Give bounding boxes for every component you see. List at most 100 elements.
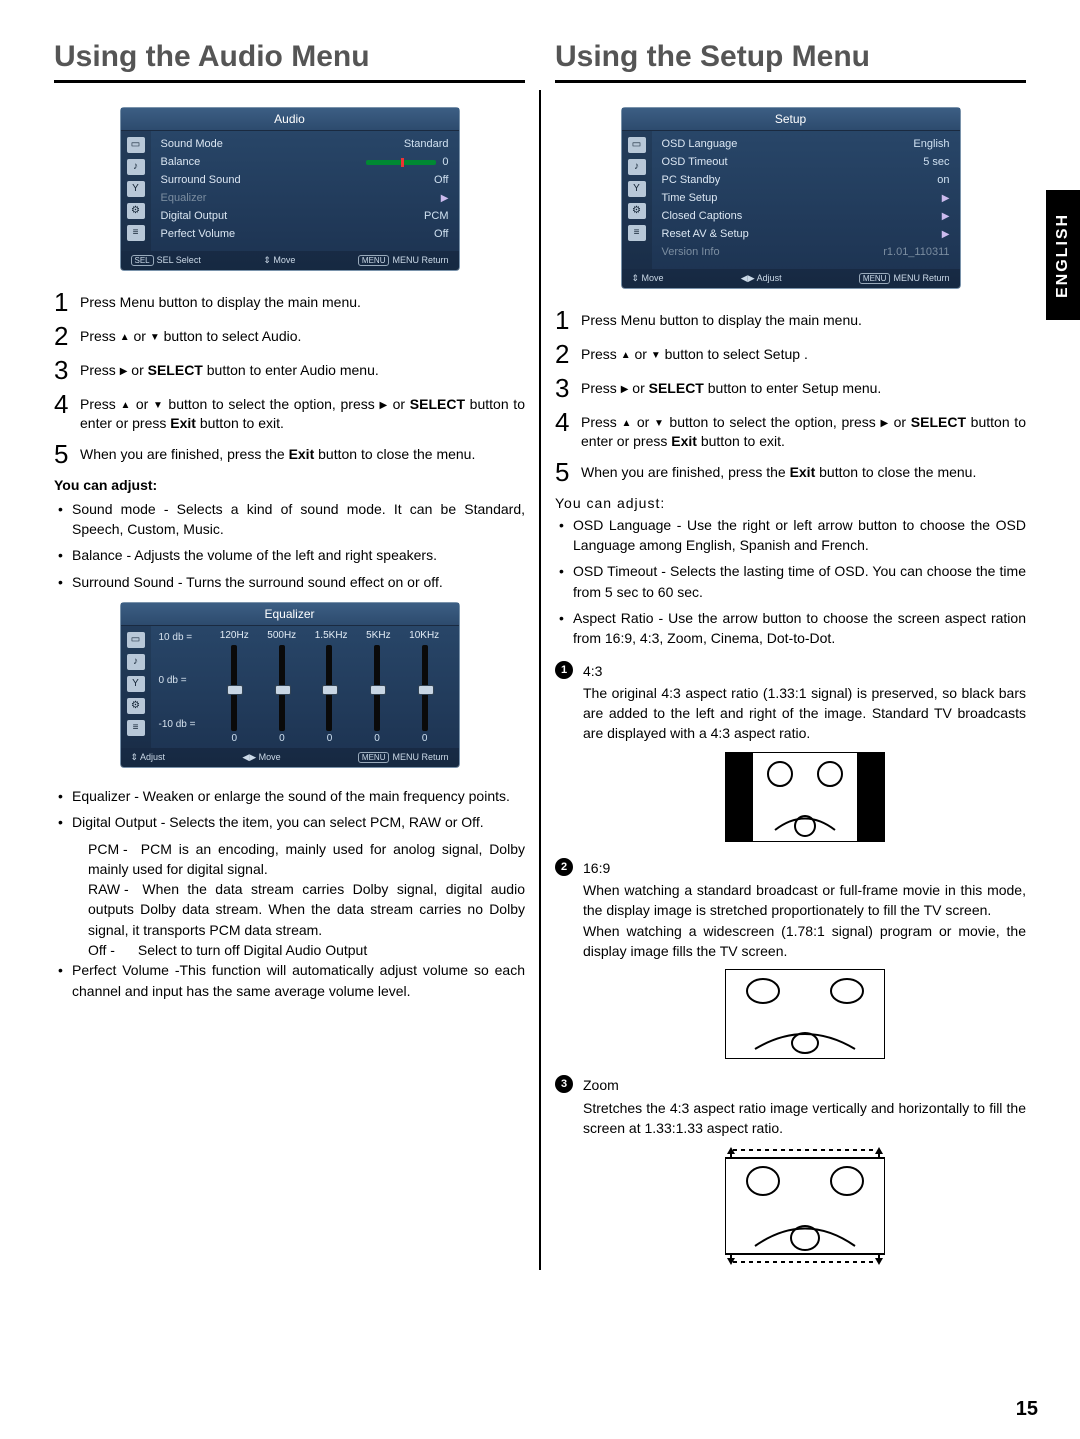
osd-eq-footer: ⇕ Adjust ◀▶ Move MENUMENU Return <box>121 748 459 767</box>
osd-row: OSD LanguageEnglish <box>662 135 950 153</box>
osd-equalizer: Equalizer ▭ ♪ Y ⚙ ≡ 10 db =0 db =-10 db … <box>120 602 460 768</box>
picture-icon: ▭ <box>628 137 646 153</box>
step: 2Press ▲ or ▼ button to select Setup . <box>555 341 1026 367</box>
left-adjust-last: Perfect Volume -This function will autom… <box>54 960 525 1001</box>
aspect-title: 16:9 <box>583 858 1026 878</box>
footer-move: Move <box>259 752 281 762</box>
eq-icon: ≡ <box>127 225 145 241</box>
setup-icon: ⚙ <box>127 698 145 714</box>
aspect-block: 1 4:3The original 4:3 aspect ratio (1.33:… <box>555 661 1026 846</box>
osd-row: Reset AV & Setup▶ <box>662 225 950 243</box>
step: 3Press ▶ or SELECT button to enter Audio… <box>54 357 525 383</box>
osd-row: Digital OutputPCM <box>161 207 449 225</box>
step: 3Press ▶ or SELECT button to enter Setup… <box>555 375 1026 401</box>
bullet-item: Aspect Ratio - Use the arrow button to c… <box>559 608 1026 649</box>
right-adjust-label: You can adjust: <box>555 495 1026 511</box>
osd-audio-rows: Sound ModeStandardBalance0Surround Sound… <box>151 131 459 251</box>
osd-row: Balance0 <box>161 153 449 171</box>
step: 1Press Menu button to display the main m… <box>54 289 525 315</box>
audio-icon: ♪ <box>628 159 646 175</box>
osd-row: Perfect VolumeOff <box>161 225 449 243</box>
setup-icon: ⚙ <box>628 203 646 219</box>
osd-row: Time Setup▶ <box>662 189 950 207</box>
aspect-diagram <box>705 969 905 1059</box>
step: 1Press Menu button to display the main m… <box>555 307 1026 333</box>
step: 5When you are finished, press the Exit b… <box>54 441 525 467</box>
aspect-title: Zoom <box>583 1075 1026 1095</box>
digital-sub-item: RAW - When the data stream carries Dolby… <box>54 879 525 940</box>
perfect-volume-item: Perfect Volume -This function will autom… <box>58 960 525 1001</box>
eq-freq-header: 120Hz500Hz1.5KHz5KHz10KHz <box>211 630 449 641</box>
aspect-block: 3 Zoom Stretches the 4:3 aspect ratio imag… <box>555 1075 1026 1270</box>
footer-move: Move <box>642 273 664 283</box>
tools-icon: Y <box>628 181 646 197</box>
aspect-body-text: The original 4:3 aspect ratio (1.33:1 si… <box>583 683 1026 744</box>
bullet-item: Surround Sound - Turns the surround soun… <box>58 572 525 592</box>
circle-number-icon: 1 <box>555 661 573 679</box>
digital-sub-item: Off - Select to turn off Digital Audio O… <box>54 940 525 960</box>
osd-row: Surround SoundOff <box>161 171 449 189</box>
eq-sliders <box>211 645 449 731</box>
osd-setup-title: Setup <box>622 108 960 131</box>
osd-audio-title: Audio <box>121 108 459 131</box>
right-adjust: OSD Language - Use the right or left arr… <box>555 515 1026 649</box>
footer-return: MENU Return <box>893 273 949 283</box>
left-steps: 1Press Menu button to display the main m… <box>54 289 525 467</box>
footer-adjust: Adjust <box>140 752 165 762</box>
audio-icon: ♪ <box>127 159 145 175</box>
bullet-item: OSD Timeout - Selects the lasting time o… <box>559 561 1026 602</box>
osd-audio: Audio ▭ ♪ Y ⚙ ≡ Sound ModeStandardBalanc… <box>120 107 460 271</box>
eq-values: 00000 <box>211 733 449 744</box>
bullet-item: OSD Language - Use the right or left arr… <box>559 515 1026 556</box>
eq-icon: ≡ <box>127 720 145 736</box>
step: 2Press ▲ or ▼ button to select Audio. <box>54 323 525 349</box>
aspect-body-text: When watching a standard broadcast or fu… <box>583 880 1026 961</box>
picture-icon: ▭ <box>127 632 145 648</box>
adjust-label: You can adjust: <box>54 477 525 493</box>
aspect-diagram <box>705 1146 905 1266</box>
footer-adjust: Adjust <box>757 273 782 283</box>
aspect-title: 4:3 <box>583 661 1026 681</box>
footer-select: SEL Select <box>157 255 201 265</box>
osd-setup-rows: OSD LanguageEnglishOSD Timeout5 secPC St… <box>652 131 960 269</box>
bullet-item: Sound mode - Selects a kind of sound mod… <box>58 499 525 540</box>
eq-scale: 10 db =0 db =-10 db = <box>151 626 211 736</box>
osd-eq-tab-icons: ▭ ♪ Y ⚙ ≡ <box>121 626 151 748</box>
aspect-block: 2 16:9When watching a standard broadcast … <box>555 858 1026 1063</box>
setup-icon: ⚙ <box>127 203 145 219</box>
osd-setup: Setup ▭ ♪ Y ⚙ ≡ OSD LanguageEnglishOSD T… <box>621 107 961 289</box>
bullet-item: Equalizer - Weaken or enlarge the sound … <box>58 786 525 806</box>
osd-setup-tab-icons: ▭ ♪ Y ⚙ ≡ <box>622 131 652 269</box>
osd-audio-footer: SELSEL Select ⇕ Move MENUMENU Return <box>121 251 459 270</box>
left-adjust-top: Sound mode - Selects a kind of sound mod… <box>54 499 525 592</box>
aspect-body-text: Stretches the 4:3 aspect ratio image ver… <box>583 1098 1026 1139</box>
right-column: Using the Setup Menu Setup ▭ ♪ Y ⚙ ≡ OSD… <box>541 40 1040 1270</box>
aspect-ratio-section: 1 4:3The original 4:3 aspect ratio (1.33:… <box>555 661 1026 1271</box>
step: 5When you are finished, press the Exit b… <box>555 459 1026 485</box>
left-heading: Using the Audio Menu <box>54 40 525 83</box>
footer-return: MENU Return <box>392 752 448 762</box>
digital-sub-item: PCM - PCM is an encoding, mainly used fo… <box>54 839 525 880</box>
right-heading: Using the Setup Menu <box>555 40 1026 83</box>
circle-number-icon: 3 <box>555 1075 573 1093</box>
page-number: 15 <box>1016 1398 1038 1421</box>
picture-icon: ▭ <box>127 137 145 153</box>
osd-eq-title: Equalizer <box>121 603 459 626</box>
eq-icon: ≡ <box>628 225 646 241</box>
osd-row: Closed Captions▶ <box>662 207 950 225</box>
tools-icon: Y <box>127 676 145 692</box>
step: 4Press ▲ or ▼ button to select the optio… <box>555 409 1026 451</box>
right-steps: 1Press Menu button to display the main m… <box>555 307 1026 485</box>
audio-icon: ♪ <box>127 654 145 670</box>
tools-icon: Y <box>127 181 145 197</box>
osd-row: PC Standbyon <box>662 171 950 189</box>
language-tab: ENGLISH <box>1046 190 1080 320</box>
osd-tab-icons: ▭ ♪ Y ⚙ ≡ <box>121 131 151 251</box>
osd-row: OSD Timeout5 sec <box>662 153 950 171</box>
bullet-item: Balance - Adjusts the volume of the left… <box>58 545 525 565</box>
osd-setup-footer: ⇕ Move ◀▶ Adjust MENUMENU Return <box>622 269 960 288</box>
circle-number-icon: 2 <box>555 858 573 876</box>
step: 4Press ▲ or ▼ button to select the optio… <box>54 391 525 433</box>
digital-output-sub: PCM - PCM is an encoding, mainly used fo… <box>54 839 525 961</box>
left-column: Using the Audio Menu Audio ▭ ♪ Y ⚙ ≡ Sou… <box>40 40 539 1270</box>
